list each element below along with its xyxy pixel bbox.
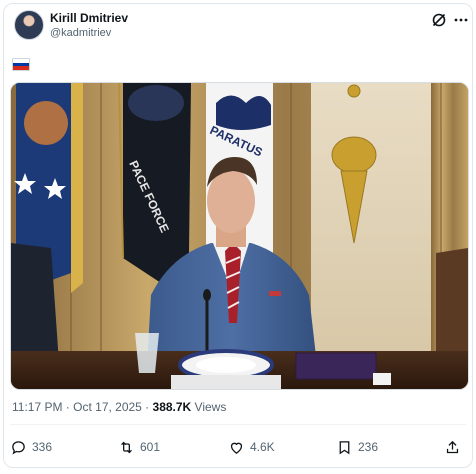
avatar[interactable] [14,10,44,40]
reply-count: 336 [32,440,53,454]
tweet-actions: 336 601 4.6K 236 [4,436,472,458]
reply-button[interactable]: 336 [10,436,52,458]
author-handle[interactable]: @kadmitriev [50,27,111,39]
like-icon [230,442,243,454]
views-count: 388.7K [152,400,192,414]
bookmark-icon [339,440,350,454]
share-icon [446,440,459,453]
reply-icon [12,440,25,455]
retweet-count: 601 [140,440,161,454]
views-label: Views [191,400,227,414]
like-count: 4.6K [250,440,275,454]
retweet-button[interactable]: 601 [118,436,160,458]
retweet-icon [121,441,132,453]
tweet-timestamp[interactable]: 11:17 PM · Oct 17, 2025 · [12,400,153,414]
like-button[interactable]: 4.6K [228,436,275,458]
bookmark-count: 236 [358,440,379,454]
tweet-card: Kirill Dmitriev @kadmitriev PACE FORCE P… [3,3,473,468]
tweet-meta: 11:17 PM · Oct 17, 2025 · 388.7K Views [12,400,226,414]
tweet-photo[interactable]: PACE FORCE PARATUS [10,82,469,390]
bookmark-button[interactable]: 236 [336,436,378,458]
more-icon[interactable] [453,12,469,28]
grok-icon[interactable] [431,12,447,28]
russia-flag-icon [12,58,30,71]
share-button[interactable] [444,436,461,458]
divider [10,424,466,425]
author-name[interactable]: Kirill Dmitriev [50,11,128,25]
